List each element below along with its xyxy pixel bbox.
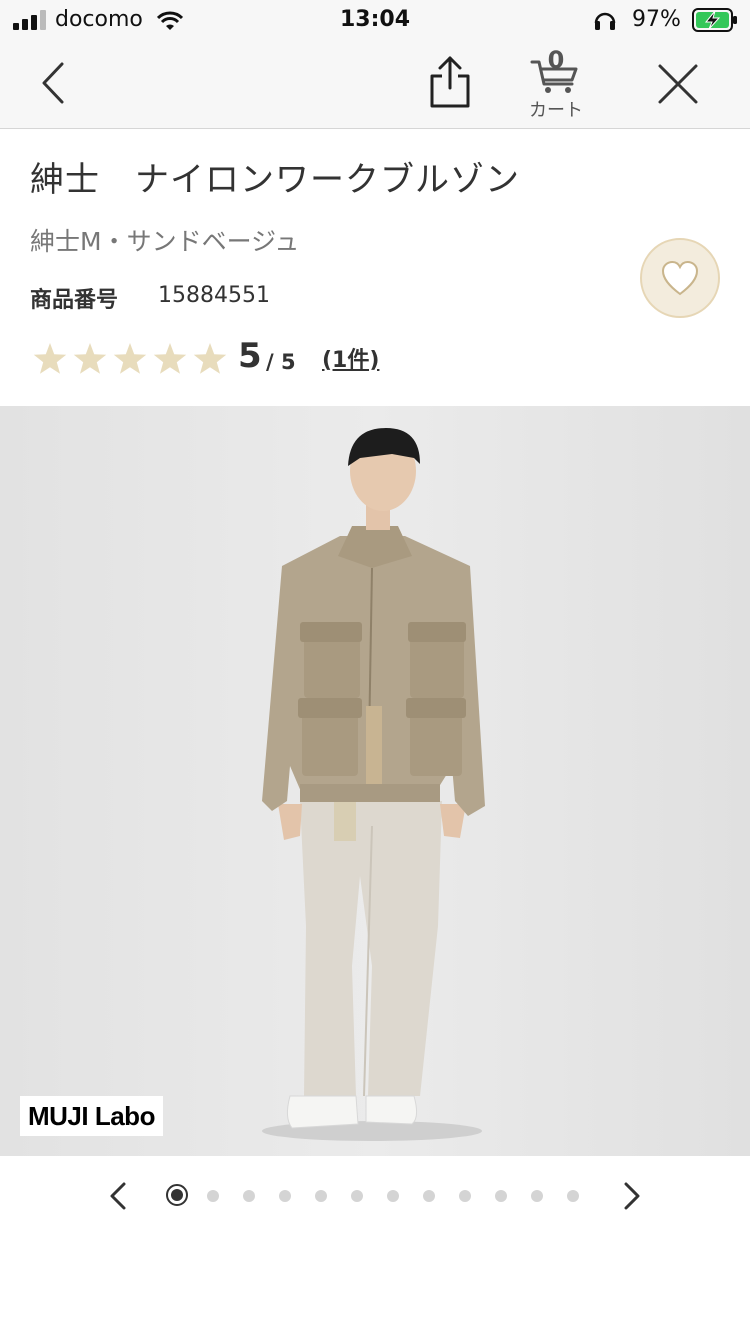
headphones-icon [594, 12, 616, 30]
product-title: 紳士 ナイロンワークブルゾン [30, 160, 520, 200]
heart-icon [661, 260, 699, 296]
rating-score: 5 [238, 336, 262, 376]
battery-charging-icon [692, 8, 737, 32]
cart-button[interactable]: 0 カート [524, 46, 588, 121]
back-chevron-icon[interactable] [34, 58, 74, 108]
product-image[interactable]: MUJI Labo [0, 406, 750, 1156]
carousel-dot[interactable] [531, 1190, 543, 1202]
navigation-bar: 0 カート [0, 42, 750, 129]
review-count-link[interactable]: (1件) [322, 342, 379, 374]
star-icon [113, 343, 147, 374]
share-icon[interactable] [426, 54, 474, 110]
star-icon [193, 343, 227, 374]
carousel-dot[interactable] [243, 1190, 255, 1202]
carousel-dot[interactable] [279, 1190, 291, 1202]
close-icon[interactable] [652, 58, 704, 110]
product-rating: 5 / 5 (1件) [32, 336, 432, 380]
status-bar: docomo 13:04 97% [0, 0, 750, 42]
carousel-dot[interactable] [423, 1190, 435, 1202]
star-icon [73, 343, 107, 374]
cart-count-badge: 0 [547, 46, 565, 74]
image-carousel-nav [0, 1156, 750, 1236]
cart-label: カート [529, 100, 583, 121]
carousel-dot[interactable] [315, 1190, 327, 1202]
product-number: 15884551 [158, 283, 270, 308]
rating-stars [33, 343, 227, 374]
rating-max: / 5 [266, 350, 296, 374]
product-variant: 紳士M・サンドベージュ [30, 227, 300, 256]
previous-image-chevron-icon[interactable] [104, 1180, 132, 1212]
carousel-dot[interactable] [387, 1190, 399, 1202]
next-image-chevron-icon[interactable] [618, 1180, 646, 1212]
favorite-button[interactable] [640, 238, 720, 318]
carousel-dot[interactable] [567, 1190, 579, 1202]
battery-percentage: 97% [632, 7, 681, 32]
brand-badge: MUJI Labo [20, 1096, 163, 1136]
carousel-dot[interactable] [459, 1190, 471, 1202]
carousel-dot[interactable] [351, 1190, 363, 1202]
product-number-label: 商品番号 [30, 288, 119, 313]
carousel-dot[interactable] [166, 1184, 188, 1206]
carousel-dots [164, 1184, 604, 1208]
carousel-dot[interactable] [495, 1190, 507, 1202]
carousel-dot[interactable] [207, 1190, 219, 1202]
star-icon [33, 343, 67, 374]
star-icon [153, 343, 187, 374]
product-photo [0, 406, 750, 1156]
